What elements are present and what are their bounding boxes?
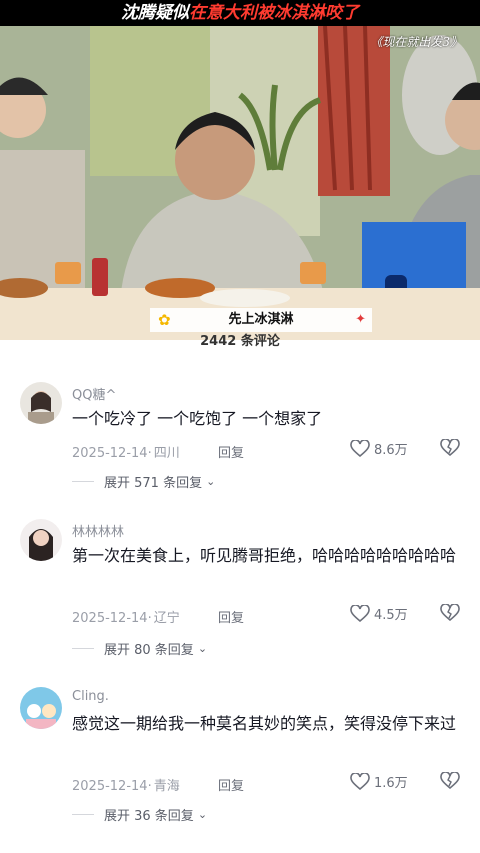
avatar[interactable]	[20, 687, 62, 729]
expand-replies-label: 展开 80 条回复	[104, 643, 194, 658]
chevron-down-icon: ⌄	[206, 475, 216, 488]
flower-icon: ✿	[158, 311, 171, 329]
heart-icon	[350, 439, 370, 457]
dislike-button[interactable]	[440, 603, 460, 626]
show-name-tag: 《现在就出发3》	[370, 35, 462, 49]
divider-line	[72, 814, 94, 815]
expand-replies-button[interactable]: 展开 36 条回复 ⌄	[72, 805, 207, 824]
avatar[interactable]	[20, 382, 62, 424]
broken-heart-icon	[440, 771, 460, 790]
avatar[interactable]	[20, 519, 62, 561]
comment-date: 2025-12-14	[72, 446, 148, 461]
heart-icon	[350, 604, 370, 622]
comment-meta: 2025-12-14· 四川	[72, 446, 180, 461]
comment-username[interactable]: Cling.	[72, 689, 109, 704]
video-player[interactable]: 沈腾疑似在意大利被冰淇淋咬了 《现在就出发3》 ✿ 先上冰淇淋 ✦	[0, 0, 480, 340]
chevron-down-icon: ⌄	[197, 642, 208, 655]
video-frame	[0, 0, 480, 340]
like-button[interactable]: 4.5万	[350, 604, 408, 623]
video-title-banner: 沈腾疑似在意大利被冰淇淋咬了	[0, 0, 480, 26]
comment-text: 感觉这一期给我一种莫名其妙的笑点，笑得没停下来过	[72, 714, 457, 733]
dislike-button[interactable]	[440, 438, 460, 461]
heart-icon	[350, 772, 370, 790]
comment-location: 辽宁	[153, 611, 180, 626]
video-subtitle: ✿ 先上冰淇淋 ✦	[150, 308, 372, 332]
comment-date: 2025-12-14	[72, 779, 148, 794]
comment-username[interactable]: 林林林林	[72, 521, 124, 540]
like-count: 1.6万	[374, 776, 408, 791]
like-button[interactable]: 8.6万	[350, 439, 408, 458]
comment-meta: 2025-12-14· 青海	[72, 779, 180, 794]
like-count: 4.5万	[374, 608, 408, 623]
reply-button[interactable]: 回复	[218, 442, 244, 461]
flame-icon: ✦	[355, 312, 366, 327]
comment-username[interactable]: QQ糖^	[72, 384, 116, 403]
expand-replies-label: 展开 571 条回复	[104, 476, 203, 491]
comment-location: 青海	[153, 779, 180, 794]
comment-text: 第一次在美食上，听见腾哥拒绝，哈哈哈哈哈哈哈哈哈	[72, 546, 457, 565]
subtitle-text: 先上冰淇淋	[228, 312, 294, 327]
dislike-button[interactable]	[440, 771, 460, 794]
broken-heart-icon	[440, 438, 460, 457]
reply-button[interactable]: 回复	[218, 775, 244, 794]
reply-button[interactable]: 回复	[218, 607, 244, 626]
video-title-part1: 沈腾疑似	[121, 3, 189, 23]
comment-location: 四川	[153, 446, 180, 461]
comment-date: 2025-12-14	[72, 611, 148, 626]
like-count: 8.6万	[374, 443, 408, 458]
broken-heart-icon	[440, 603, 460, 622]
divider-line	[72, 648, 94, 649]
like-button[interactable]: 1.6万	[350, 772, 408, 791]
expand-replies-label: 展开 36 条回复	[104, 809, 194, 824]
video-title-part2: 在意大利被冰淇淋咬了	[189, 3, 359, 23]
expand-replies-button[interactable]: 展开 80 条回复 ⌄	[72, 639, 207, 658]
comment-meta: 2025-12-14· 辽宁	[72, 611, 180, 626]
comment-text: 一个吃冷了 一个吃饱了 一个想家了	[72, 409, 323, 428]
chevron-down-icon: ⌄	[197, 808, 208, 821]
divider-line	[72, 481, 94, 482]
comment-count-header: 2442 条评论	[200, 334, 280, 349]
expand-replies-button[interactable]: 展开 571 条回复 ⌄	[72, 472, 215, 491]
